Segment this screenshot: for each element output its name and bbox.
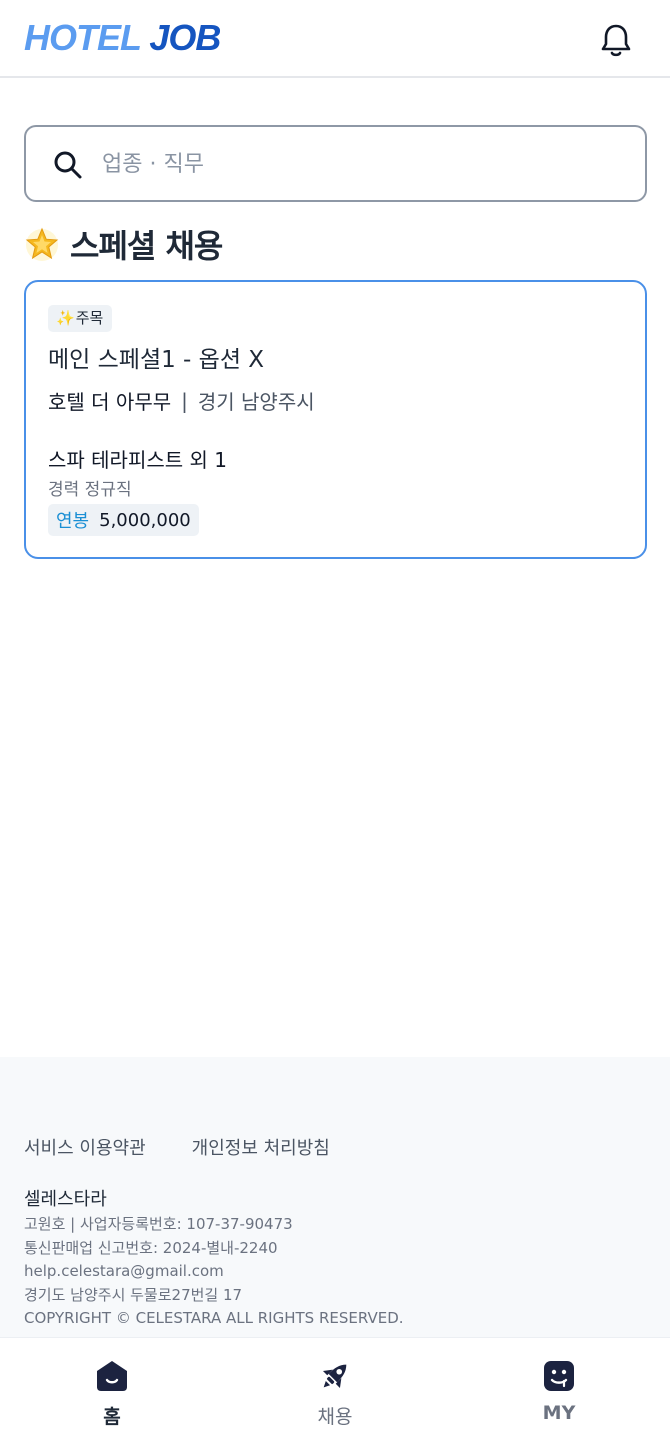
featured-badge: ✨ 주목 bbox=[48, 305, 113, 332]
rocket-icon bbox=[317, 1358, 353, 1394]
footer-info: 고원호 | 사업자등록번호: 107-37-90473 통신판매업 신고번호: … bbox=[24, 1213, 404, 1331]
footer-info-line: 고원호 | 사업자등록번호: 107-37-90473 bbox=[24, 1215, 293, 1233]
footer-links: 서비스 이용약관 개인정보 처리방침 bbox=[24, 1134, 330, 1160]
terms-link[interactable]: 서비스 이용약관 bbox=[24, 1134, 146, 1160]
bell-icon[interactable] bbox=[596, 20, 636, 60]
company-location-line: 호텔 더 아무무 | 경기 남양주시 bbox=[48, 386, 315, 415]
hotel-job-logo[interactable]: HOTEL JOB bbox=[24, 17, 221, 58]
bottom-nav: 홈 채용 MY bbox=[0, 1337, 670, 1452]
home-icon bbox=[94, 1358, 130, 1394]
nav-jobs[interactable]: 채용 bbox=[275, 1358, 395, 1438]
separator: | bbox=[181, 388, 188, 413]
footer-company-name: 셀레스타라 bbox=[24, 1189, 107, 1210]
job-meta: 경력 정규직 bbox=[48, 480, 132, 500]
special-section-heading: 스페셜 채용 bbox=[24, 222, 223, 266]
badge-label: 주목 bbox=[75, 309, 104, 327]
my-face-icon bbox=[541, 1358, 577, 1394]
footer-copyright: COPYRIGHT © CELESTARA ALL RIGHTS RESERVE… bbox=[24, 1309, 404, 1327]
glowing-star-icon bbox=[25, 227, 59, 261]
privacy-link[interactable]: 개인정보 처리방침 bbox=[192, 1134, 330, 1160]
search-box[interactable] bbox=[24, 125, 647, 202]
nav-my-label: MY bbox=[542, 1402, 576, 1424]
salary-label: 연봉 bbox=[56, 511, 90, 532]
app-header: HOTEL JOB bbox=[0, 0, 670, 78]
salary-tag: 연봉 5,000,000 bbox=[48, 504, 199, 536]
footer-address: 경기도 남양주시 두물로27번길 17 bbox=[24, 1285, 243, 1304]
nav-jobs-label: 채용 bbox=[317, 1406, 353, 1428]
footer: 서비스 이용약관 개인정보 처리방침 셀레스타라 고원호 | 사업자등록번호: … bbox=[0, 1057, 670, 1337]
nav-my[interactable]: MY bbox=[499, 1358, 619, 1438]
job-title: 스파 테라피스트 외 1 bbox=[48, 448, 227, 472]
logo-text-hotel: HOTEL bbox=[24, 17, 141, 58]
location: 경기 남양주시 bbox=[197, 390, 315, 414]
search-icon bbox=[54, 151, 82, 179]
nav-home[interactable]: 홈 bbox=[52, 1358, 172, 1438]
company-name: 호텔 더 아무무 bbox=[48, 390, 172, 414]
salary-value: 5,000,000 bbox=[99, 509, 191, 531]
nav-home-label: 홈 bbox=[103, 1406, 121, 1428]
section-title: 스페셜 채용 bbox=[70, 227, 223, 265]
search-input[interactable] bbox=[102, 141, 622, 187]
footer-info-line: 통신판매업 신고번호: 2024-별내-2240 bbox=[24, 1238, 278, 1257]
logo-text-job: JOB bbox=[149, 17, 221, 58]
special-job-card[interactable]: ✨ 주목 메인 스페셜1 - 옵션 X 호텔 더 아무무 | 경기 남양주시 스… bbox=[24, 280, 647, 559]
sparkles-icon: ✨ bbox=[56, 309, 75, 327]
footer-email: help.celestara@gmail.com bbox=[24, 1262, 224, 1280]
card-title: 메인 스페셜1 - 옵션 X bbox=[48, 347, 265, 373]
